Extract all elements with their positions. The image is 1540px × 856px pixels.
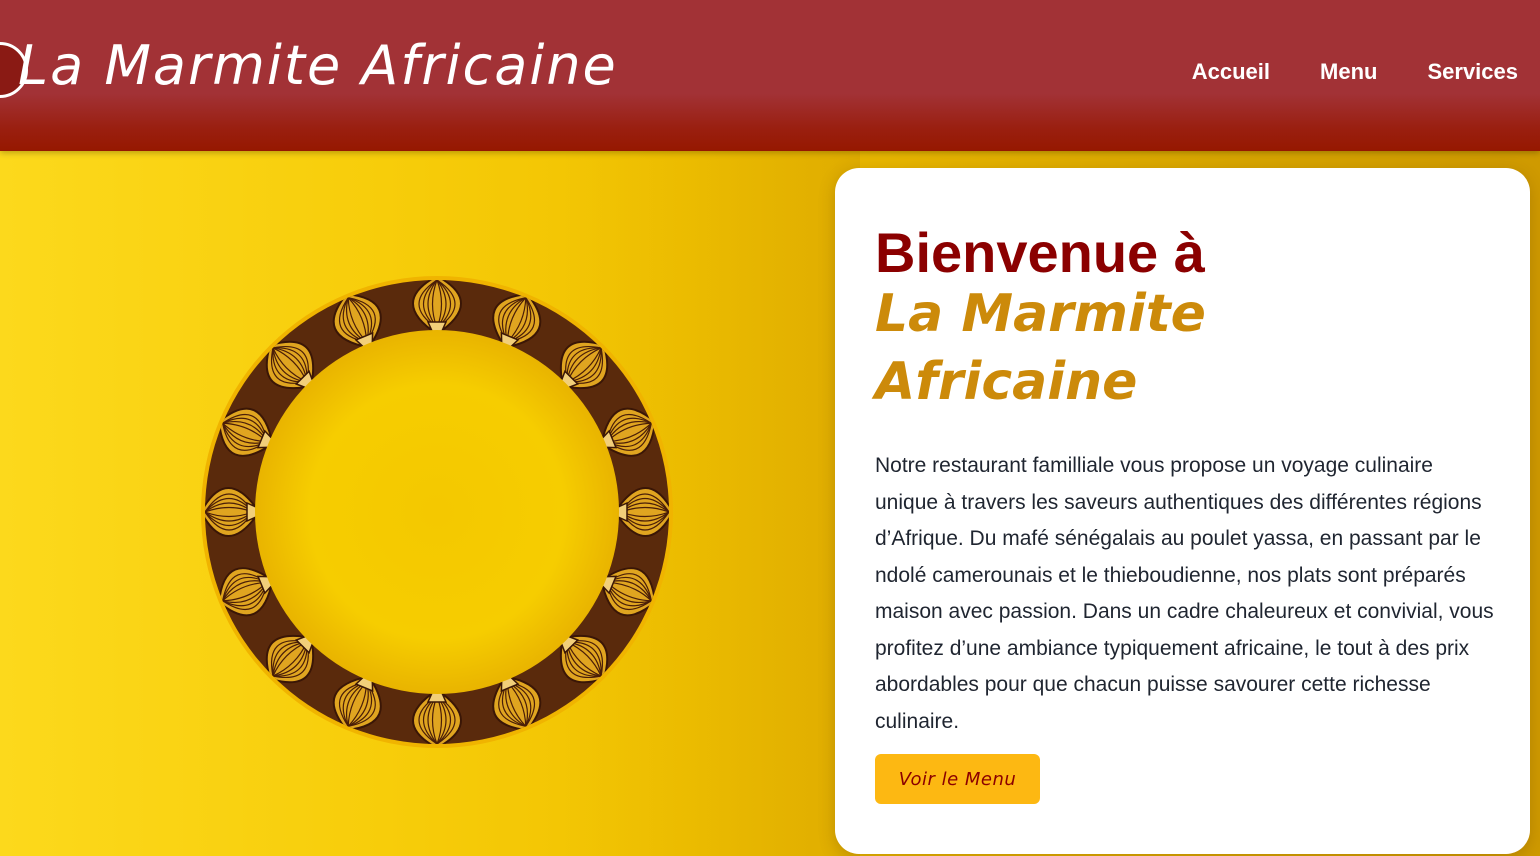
page: La Marmite Africaine Accueil Menu Servic… (0, 0, 1540, 856)
site-header: La Marmite Africaine Accueil Menu Servic… (0, 0, 1540, 151)
view-menu-button[interactable]: Voir le Menu (875, 754, 1040, 804)
site-brand[interactable]: La Marmite Africaine (18, 28, 618, 104)
nav-link-menu[interactable]: Menu (1320, 56, 1377, 88)
welcome-title: Bienvenue à (875, 221, 1205, 284)
main-nav: Accueil Menu Services (1192, 56, 1518, 88)
welcome-description: Notre restaurant familliale vous propose… (875, 454, 1494, 733)
mandala-plate-icon (200, 273, 674, 751)
nav-link-accueil[interactable]: Accueil (1192, 56, 1270, 88)
nav-link-services[interactable]: Services (1427, 56, 1518, 88)
welcome-brand-title: La Marmite Africaine (875, 284, 1206, 412)
plate-center (255, 330, 619, 694)
welcome-card: Bienvenue à La Marmite Africaine Notre r… (835, 168, 1530, 854)
